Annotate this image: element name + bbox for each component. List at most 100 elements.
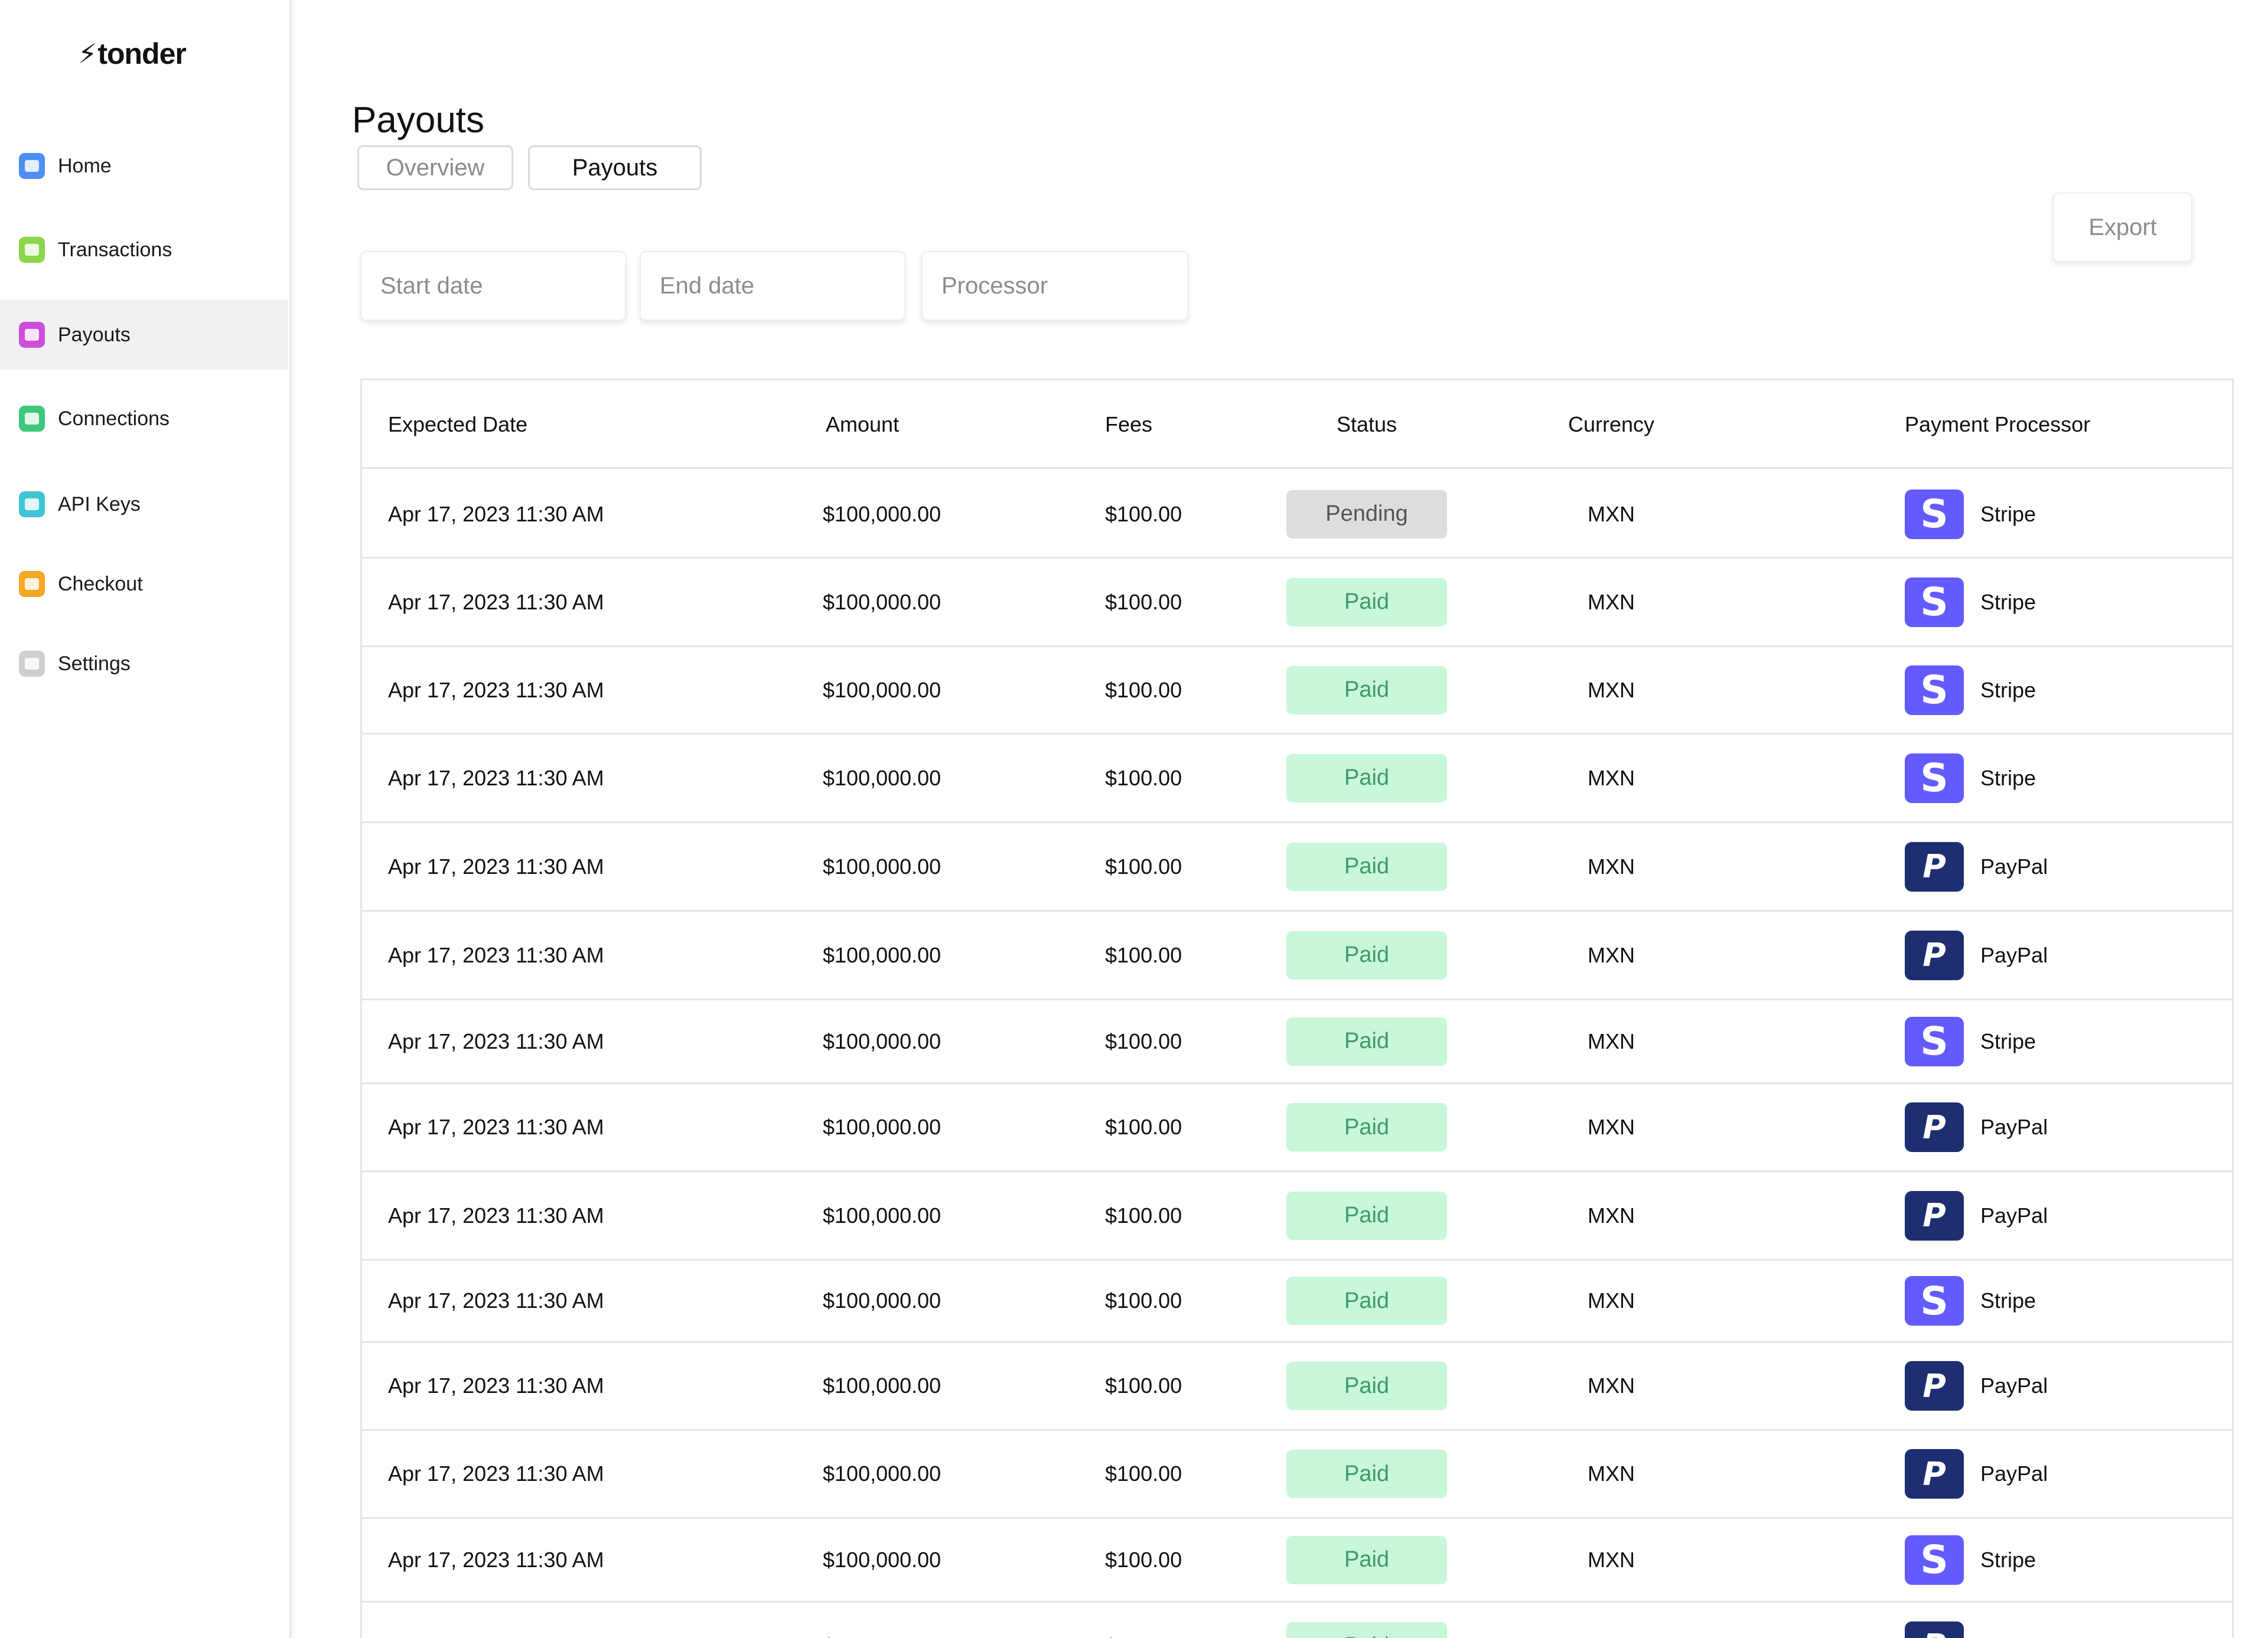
page-title: Payouts bbox=[352, 99, 485, 141]
cell-fees: $100.00 bbox=[1105, 677, 1182, 702]
paypal-logo-icon: P bbox=[1905, 1190, 1964, 1241]
cell-fees: $100.00 bbox=[1105, 1461, 1182, 1486]
sidebar-item-api-keys[interactable]: API Keys bbox=[0, 469, 288, 539]
cell-amount: $100,000.00 bbox=[823, 589, 941, 614]
cell-currency: MXN bbox=[1588, 1547, 1635, 1572]
sidebar-item-label: Home bbox=[58, 154, 112, 177]
cell-status: Paid bbox=[1286, 647, 1447, 733]
sidebar-item-transactions[interactable]: Transactions bbox=[0, 215, 288, 285]
cell-amount: $100,000.00 bbox=[823, 1603, 941, 1638]
stripe-logo-icon: S bbox=[1905, 1016, 1964, 1066]
cell-fees: $100.00 bbox=[1105, 589, 1182, 614]
processor-name: PayPal bbox=[1980, 854, 2048, 879]
cell-currency: MXN bbox=[1588, 1115, 1635, 1139]
cell-fees: $100.00 bbox=[1105, 1203, 1182, 1228]
cell-expected-date: Apr 17, 2023 11:30 AM bbox=[388, 1288, 604, 1313]
sidebar-item-settings[interactable]: Settings bbox=[0, 629, 288, 699]
cell-fees: $100.00 bbox=[1105, 1373, 1182, 1398]
cell-expected-date: Apr 17, 2023 11:30 AM bbox=[388, 501, 604, 526]
status-badge: Paid bbox=[1286, 1017, 1447, 1066]
processor-name: PayPal bbox=[1980, 1634, 2048, 1638]
table-row[interactable]: Apr 17, 2023 11:30 AM $100,000.00 $100.00 P… bbox=[362, 1343, 2232, 1431]
cell-currency: MXN bbox=[1588, 589, 1635, 614]
bolt-icon: ⚡ bbox=[78, 38, 97, 69]
cell-currency: MXN bbox=[1588, 765, 1635, 790]
cell-fees: $100.00 bbox=[1105, 1547, 1182, 1572]
sidebar-item-label: Checkout bbox=[58, 572, 143, 595]
cell-fees: $100.00 bbox=[1105, 1115, 1182, 1139]
cell-expected-date: Apr 17, 2023 11:30 AM bbox=[388, 589, 604, 614]
brand-name: tonder bbox=[97, 37, 187, 70]
status-badge: Pending bbox=[1286, 490, 1447, 539]
status-badge: Paid bbox=[1286, 1621, 1447, 1638]
column-header-amount[interactable]: Amount bbox=[826, 380, 899, 469]
brand-logo[interactable]: ⚡ tonder bbox=[78, 37, 187, 71]
status-badge: Paid bbox=[1286, 1103, 1447, 1151]
cell-currency: MXN bbox=[1588, 677, 1635, 702]
table-row[interactable]: Apr 17, 2023 11:30 AM $100,000.00 $100.00 P… bbox=[362, 1431, 2232, 1519]
sidebar-item-connections[interactable]: Connections bbox=[0, 384, 288, 453]
processor-name: PayPal bbox=[1980, 1461, 2048, 1486]
cell-status: Paid bbox=[1286, 1343, 1447, 1429]
cell-fees: $100.00 bbox=[1105, 1029, 1182, 1053]
column-header-currency[interactable]: Currency bbox=[1543, 380, 1679, 469]
table-row[interactable]: Apr 17, 2023 11:30 AM $100,000.00 $100.00 P… bbox=[362, 1519, 2232, 1603]
processor-name: PayPal bbox=[1980, 1203, 2048, 1228]
cell-payment-processor: P PayPal bbox=[1905, 1172, 2048, 1259]
table-row[interactable]: Apr 17, 2023 11:30 AM $100,000.00 $100.00 P… bbox=[362, 823, 2232, 912]
tab-overview[interactable]: Overview bbox=[357, 145, 513, 190]
api-keys-icon bbox=[19, 491, 45, 517]
table-row[interactable]: Apr 17, 2023 11:30 AM $100,000.00 $100.00 P… bbox=[362, 1000, 2232, 1084]
cell-currency: MXN bbox=[1588, 501, 1635, 526]
column-header-payment-processor[interactable]: Payment Processor bbox=[1905, 380, 2090, 469]
cell-payment-processor: S Stripe bbox=[1905, 559, 2036, 645]
cell-status: Paid bbox=[1286, 1261, 1447, 1341]
cell-payment-processor: P PayPal bbox=[1905, 823, 2048, 910]
status-badge: Paid bbox=[1286, 753, 1447, 802]
cell-expected-date: Apr 17, 2023 11:30 AM bbox=[388, 1115, 604, 1139]
sidebar-item-label: API Keys bbox=[58, 492, 141, 515]
tab-payouts[interactable]: Payouts bbox=[528, 145, 702, 190]
column-header-status[interactable]: Status bbox=[1286, 380, 1447, 469]
cell-fees: $100.00 bbox=[1105, 942, 1182, 967]
connections-icon bbox=[19, 406, 45, 432]
cell-amount: $100,000.00 bbox=[823, 1115, 941, 1139]
processor-field[interactable]: Processor bbox=[921, 251, 1188, 321]
start-date-field[interactable]: Start date bbox=[360, 251, 626, 321]
cell-status: Paid bbox=[1286, 1000, 1447, 1082]
payouts-table: Expected Date Amount Fees Status Currenc… bbox=[360, 378, 2234, 1638]
sidebar-item-checkout[interactable]: Checkout bbox=[0, 549, 288, 619]
status-badge: Paid bbox=[1286, 1450, 1447, 1498]
table-row[interactable]: Apr 17, 2023 11:30 AM $100,000.00 $100.00 P… bbox=[362, 912, 2232, 1000]
cell-expected-date: Apr 17, 2023 11:30 AM bbox=[388, 1029, 604, 1053]
export-button[interactable]: Export bbox=[2053, 192, 2192, 262]
cell-amount: $100,000.00 bbox=[823, 1373, 941, 1398]
sidebar-item-label: Connections bbox=[58, 407, 170, 430]
cell-fees: $100.00 bbox=[1105, 1603, 1182, 1638]
table-row[interactable]: Apr 17, 2023 11:30 AM $100,000.00 $100.00 P… bbox=[362, 647, 2232, 735]
table-row[interactable]: Apr 17, 2023 11:30 AM $100,000.00 $100.00 P… bbox=[362, 1084, 2232, 1172]
end-date-field[interactable]: End date bbox=[640, 251, 905, 321]
processor-name: Stripe bbox=[1980, 1547, 2036, 1572]
table-row[interactable]: Apr 17, 2023 11:30 AM $100,000.00 $100.00 P… bbox=[362, 735, 2232, 823]
stripe-logo-icon: S bbox=[1905, 1276, 1964, 1326]
cell-payment-processor: S Stripe bbox=[1905, 1000, 2036, 1082]
checkout-icon bbox=[19, 571, 45, 597]
table-row[interactable]: Apr 17, 2023 11:30 AM $100,000.00 $100.00 P… bbox=[362, 1603, 2232, 1638]
sidebar-item-home[interactable]: Home bbox=[0, 131, 288, 201]
sidebar-item-payouts[interactable]: Payouts bbox=[0, 300, 288, 370]
table-row[interactable]: Apr 17, 2023 11:30 AM $100,000.00 $100.00 P… bbox=[362, 559, 2232, 647]
table-row[interactable]: Apr 17, 2023 11:30 AM $100,000.00 $100.00 P… bbox=[362, 1261, 2232, 1343]
table-row[interactable]: Apr 17, 2023 11:30 AM $100,000.00 $100.00 P… bbox=[362, 471, 2232, 559]
home-icon bbox=[19, 153, 45, 179]
processor-name: PayPal bbox=[1980, 1115, 2048, 1139]
cell-currency: MXN bbox=[1588, 1203, 1635, 1228]
table-row[interactable]: Apr 17, 2023 11:30 AM $100,000.00 $100.00 P… bbox=[362, 1172, 2232, 1261]
stripe-logo-icon: S bbox=[1905, 577, 1964, 627]
cell-status: Paid bbox=[1286, 1172, 1447, 1259]
cell-payment-processor: S Stripe bbox=[1905, 1261, 2036, 1341]
column-header-expected-date[interactable]: Expected Date bbox=[388, 380, 527, 469]
cell-expected-date: Apr 17, 2023 11:30 AM bbox=[388, 854, 604, 879]
column-header-fees[interactable]: Fees bbox=[1105, 380, 1152, 469]
sidebar-item-label: Transactions bbox=[58, 238, 172, 261]
